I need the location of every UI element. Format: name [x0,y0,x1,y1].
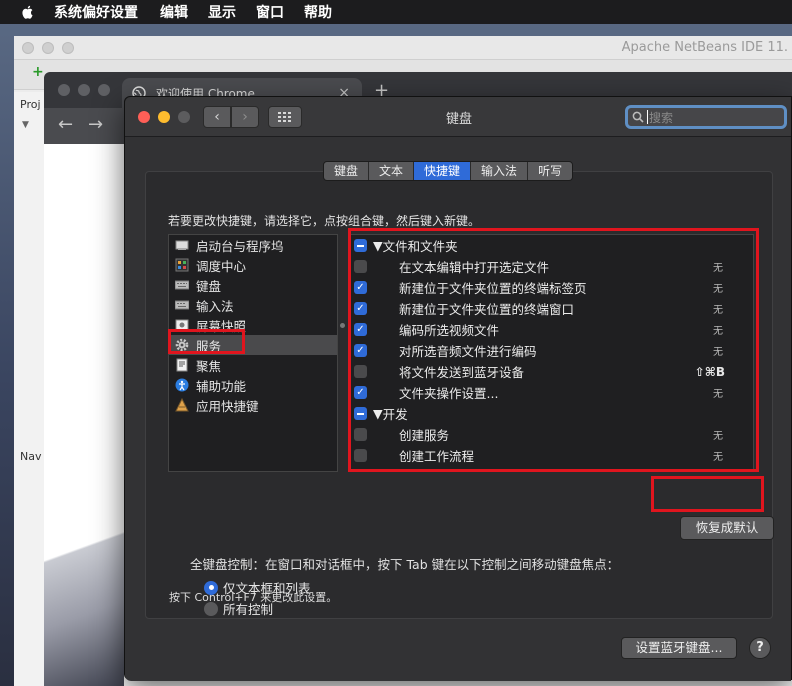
category-mission-control[interactable]: 调度中心 [169,255,337,275]
apple-icon[interactable] [20,4,36,20]
highlight-services [168,329,245,354]
forward-arrow-icon[interactable]: → [88,114,103,135]
chrome-zoom-button[interactable] [98,84,110,96]
app-shortcuts-icon [175,398,189,412]
navigator-tab[interactable]: Nav [20,450,41,463]
netbeans-titlebar: Apache NetBeans IDE 11. [14,36,792,60]
nav-buttons: ‹ › [203,106,259,128]
instruction-text: 若要更改快捷键，请选择它，点按组合键，然后键入新键。 [168,214,481,228]
tab-input-sources[interactable]: 输入法 [471,162,529,180]
full-keyboard-access-label: 全键盘控制：在窗口和对话框中，按下 Tab 键在以下控制之间移动键盘焦点： [190,557,620,572]
netbeans-title: Apache NetBeans IDE 11. [621,40,788,55]
setup-bluetooth-keyboard-button[interactable]: 设置蓝牙键盘... [621,637,737,659]
highlight-restore-button [651,476,764,512]
close-button[interactable] [138,111,150,123]
chevron-right-icon: › [242,109,248,125]
chrome-minimize-button[interactable] [78,84,90,96]
category-keyboard[interactable]: 键盘 [169,275,337,295]
input-method-icon [175,300,189,310]
menu-window[interactable]: 窗口 [256,2,284,22]
forward-button[interactable]: › [231,106,259,128]
chevron-left-icon: ‹ [214,109,220,125]
netbeans-close-button[interactable] [22,42,34,54]
spotlight-icon [176,358,188,372]
wallpaper-fragment [44,492,124,686]
category-input-sources[interactable]: 输入法 [169,295,337,315]
split-handle[interactable] [340,323,345,328]
tab-shortcuts[interactable]: 快捷键 [414,162,472,180]
shortcut-note: 按下 Control+F7 来更改此设置。 [169,591,338,604]
zoom-button[interactable] [178,111,190,123]
help-button[interactable]: ? [749,637,771,659]
search-field[interactable]: 搜索 [625,105,787,129]
prefs-titlebar: 键盘 ‹ › 搜索 [125,97,791,137]
mission-control-icon [175,258,189,272]
segmented-tabs: 键盘 文本 快捷键 输入法 听写 [323,161,574,181]
launchpad-icon [175,240,189,250]
back-button[interactable]: ‹ [203,106,231,128]
tab-dictation[interactable]: 听写 [528,162,573,180]
menu-bar: 系统偏好设置 编辑 显示 窗口 帮助 [0,0,792,24]
accessibility-icon [175,378,189,392]
category-accessibility[interactable]: 辅助功能 [169,375,337,395]
menu-system-preferences[interactable]: 系统偏好设置 [54,2,138,22]
menu-view[interactable]: 显示 [208,2,236,22]
tab-keyboard[interactable]: 键盘 [324,162,370,180]
category-spotlight[interactable]: 聚焦 [169,355,337,375]
netbeans-minimize-button[interactable] [42,42,54,54]
category-launchpad[interactable]: 启动台与程序坞 [169,235,337,255]
netbeans-projects-panel: Proj ▼ Nav [14,92,44,686]
show-all-button[interactable] [268,106,302,128]
tab-text[interactable]: 文本 [369,162,415,180]
search-placeholder: 搜索 [649,110,674,125]
chrome-close-button[interactable] [58,84,70,96]
menu-edit[interactable]: 编辑 [160,2,188,22]
projects-tab[interactable]: Proj [20,98,41,111]
minimize-button[interactable] [158,111,170,123]
new-project-icon[interactable]: + [32,65,44,79]
category-app-shortcuts[interactable]: 应用快捷键 [169,395,337,415]
search-icon [632,111,644,123]
grid-icon [278,112,291,122]
menu-help[interactable]: 帮助 [304,2,332,22]
triangle-down-icon[interactable]: ▼ [22,120,29,130]
keyboard-icon [175,280,189,290]
netbeans-zoom-button[interactable] [62,42,74,54]
restore-defaults-button[interactable]: 恢复成默认 [680,516,774,540]
back-arrow-icon[interactable]: ← [58,114,73,135]
highlight-shortcuts-list [348,228,759,472]
